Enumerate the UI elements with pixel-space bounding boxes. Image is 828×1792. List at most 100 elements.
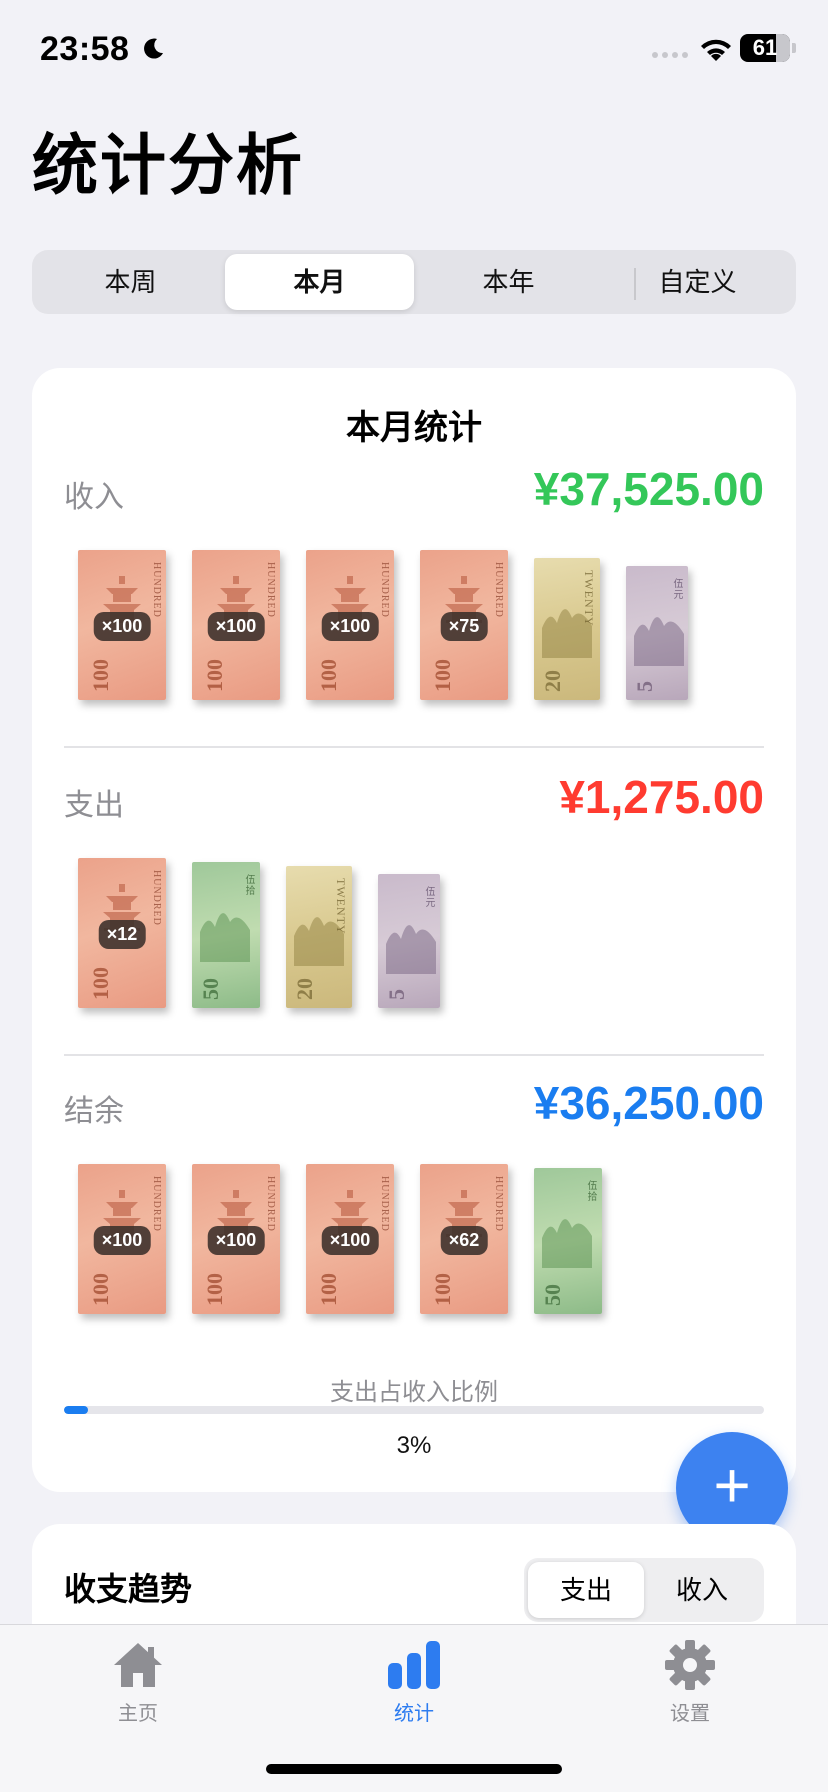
summary-card: 本月统计 收入 ¥37,525.00 HUNDRED 100 ×100 HUNDRED… (32, 368, 796, 1492)
tab-stats[interactable]: 统计 (334, 1637, 494, 1726)
ratio-progress-fill (64, 1406, 88, 1414)
wifi-icon (701, 39, 731, 61)
battery-tip (792, 43, 796, 53)
tab-home-label: 主页 (118, 1703, 158, 1725)
trend-toggle-expense[interactable]: 支出 (528, 1562, 644, 1618)
home-icon (114, 1643, 162, 1687)
income-label: 收入 (64, 481, 124, 514)
status-bar: 23:58 61 (0, 0, 828, 100)
segment-divider (634, 268, 636, 300)
banknote-100: HUNDRED 100 ×100 (306, 550, 394, 700)
ratio-progress-bar (64, 1406, 764, 1414)
battery-icon: 61 (740, 34, 790, 62)
banknote-script: HUNDRED (151, 1176, 162, 1232)
banknote-script: TWENTY (582, 570, 596, 627)
balance-bills: HUNDRED 100 ×100 HUNDRED 100 ×100 HUNDRED 100 ×1… (78, 1154, 628, 1314)
summary-title: 本月统计 (346, 409, 482, 447)
banknote-denomination: 50 (198, 978, 223, 1000)
trend-toggle-income[interactable]: 收入 (644, 1562, 760, 1618)
banknote-50: 伍拾 50 (534, 1168, 602, 1314)
tab-home[interactable]: 主页 (58, 1637, 218, 1726)
banknote-denomination: 20 (292, 978, 317, 1000)
tab-settings-label: 设置 (670, 1703, 710, 1725)
banknote-denomination: 100 (316, 1273, 341, 1306)
income-bills: HUNDRED 100 ×100 HUNDRED 100 ×100 HUNDRED 100 ×1… (78, 540, 714, 700)
banknote-script: HUNDRED (265, 1176, 276, 1232)
banknote-script: 伍元 (671, 578, 682, 600)
banknote-count-badge: ×75 (440, 612, 488, 641)
section-divider (64, 746, 764, 748)
tab-stats-label: 统计 (394, 1703, 434, 1725)
banknote-100: HUNDRED 100 ×100 (306, 1164, 394, 1314)
tab-settings[interactable]: 设置 (610, 1637, 770, 1726)
banknote-100: HUNDRED 100 ×100 (78, 1164, 166, 1314)
banknote-script: HUNDRED (493, 562, 504, 618)
banknote-denomination: 20 (540, 670, 565, 692)
ratio-label: 支出占收入比例 (330, 1379, 498, 1406)
ratio-value: 3% (396, 1432, 432, 1459)
banknote-script: 伍拾 (243, 874, 254, 896)
banknote-script: 伍元 (423, 886, 434, 908)
banknote-denomination: 5 (632, 681, 657, 692)
banknote-denomination: 5 (384, 989, 409, 1000)
banknote-20: TWENTY 20 (534, 558, 600, 700)
banknote-count-badge: ×12 (98, 920, 146, 949)
banknote-count-badge: ×100 (93, 1226, 151, 1255)
page-title: 统计分析 (32, 128, 304, 202)
banknote-script: 伍拾 (585, 1180, 596, 1202)
banknote-100: HUNDRED 100 ×75 (420, 550, 508, 700)
banknote-100: HUNDRED 100 ×100 (192, 550, 280, 700)
banknote-script: HUNDRED (151, 870, 162, 926)
segment-month[interactable]: 本月 (225, 254, 414, 310)
banknote-denomination: 100 (202, 1273, 227, 1306)
plus-icon: + (713, 1449, 751, 1521)
banknote-count-badge: ×62 (440, 1226, 488, 1255)
banknote-denomination: 100 (430, 659, 455, 692)
cellular-signal-icon (652, 52, 688, 58)
banknote-script: HUNDRED (265, 562, 276, 618)
banknote-count-badge: ×100 (321, 612, 379, 641)
battery-level: 61 (752, 35, 778, 60)
period-segmented-control: 本周 本月 本年 自定义 (32, 250, 796, 314)
trend-title: 收支趋势 (64, 1571, 193, 1607)
banknote-100: HUNDRED 100 ×62 (420, 1164, 508, 1314)
banknote-denomination: 100 (202, 659, 227, 692)
banknote-denomination: 100 (316, 659, 341, 692)
banknote-script: HUNDRED (493, 1176, 504, 1232)
balance-label: 结余 (64, 1095, 124, 1128)
banknote-100: HUNDRED 100 ×12 (78, 858, 166, 1008)
banknote-count-badge: ×100 (207, 612, 265, 641)
segment-week[interactable]: 本周 (36, 254, 225, 310)
home-indicator (266, 1764, 562, 1774)
banknote-denomination: 100 (88, 659, 113, 692)
chart-bar-icon (388, 1641, 440, 1689)
expense-amount: ¥1,275.00 (559, 771, 764, 823)
banknote-denomination: 100 (430, 1273, 455, 1306)
moon-icon (144, 38, 163, 59)
banknote-script: TWENTY (334, 878, 348, 935)
banknote-count-badge: ×100 (207, 1226, 265, 1255)
income-amount: ¥37,525.00 (533, 463, 764, 515)
banknote-denomination: 50 (540, 1284, 565, 1306)
banknote-50: 伍拾 50 (192, 862, 260, 1008)
segment-year[interactable]: 本年 (414, 254, 603, 310)
trend-toggle: 支出 收入 (524, 1558, 764, 1622)
banknote-5: 伍元 5 (378, 874, 440, 1008)
banknote-count-badge: ×100 (93, 612, 151, 641)
banknote-script: HUNDRED (379, 562, 390, 618)
segment-custom[interactable]: 自定义 (603, 254, 792, 310)
banknote-denomination: 100 (88, 967, 113, 1000)
status-time: 23:58 (40, 30, 130, 68)
banknote-100: HUNDRED 100 ×100 (192, 1164, 280, 1314)
banknote-5: 伍元 5 (626, 566, 688, 700)
balance-amount: ¥36,250.00 (533, 1077, 764, 1129)
section-divider (64, 1054, 764, 1056)
banknote-script: HUNDRED (151, 562, 162, 618)
expense-bills: HUNDRED 100 ×12 伍拾 50 TWENTY 20 伍元 5 (78, 848, 466, 1008)
expense-label: 支出 (64, 789, 124, 822)
gear-icon (665, 1640, 715, 1690)
banknote-script: HUNDRED (379, 1176, 390, 1232)
banknote-denomination: 100 (88, 1273, 113, 1306)
banknote-20: TWENTY 20 (286, 866, 352, 1008)
banknote-count-badge: ×100 (321, 1226, 379, 1255)
